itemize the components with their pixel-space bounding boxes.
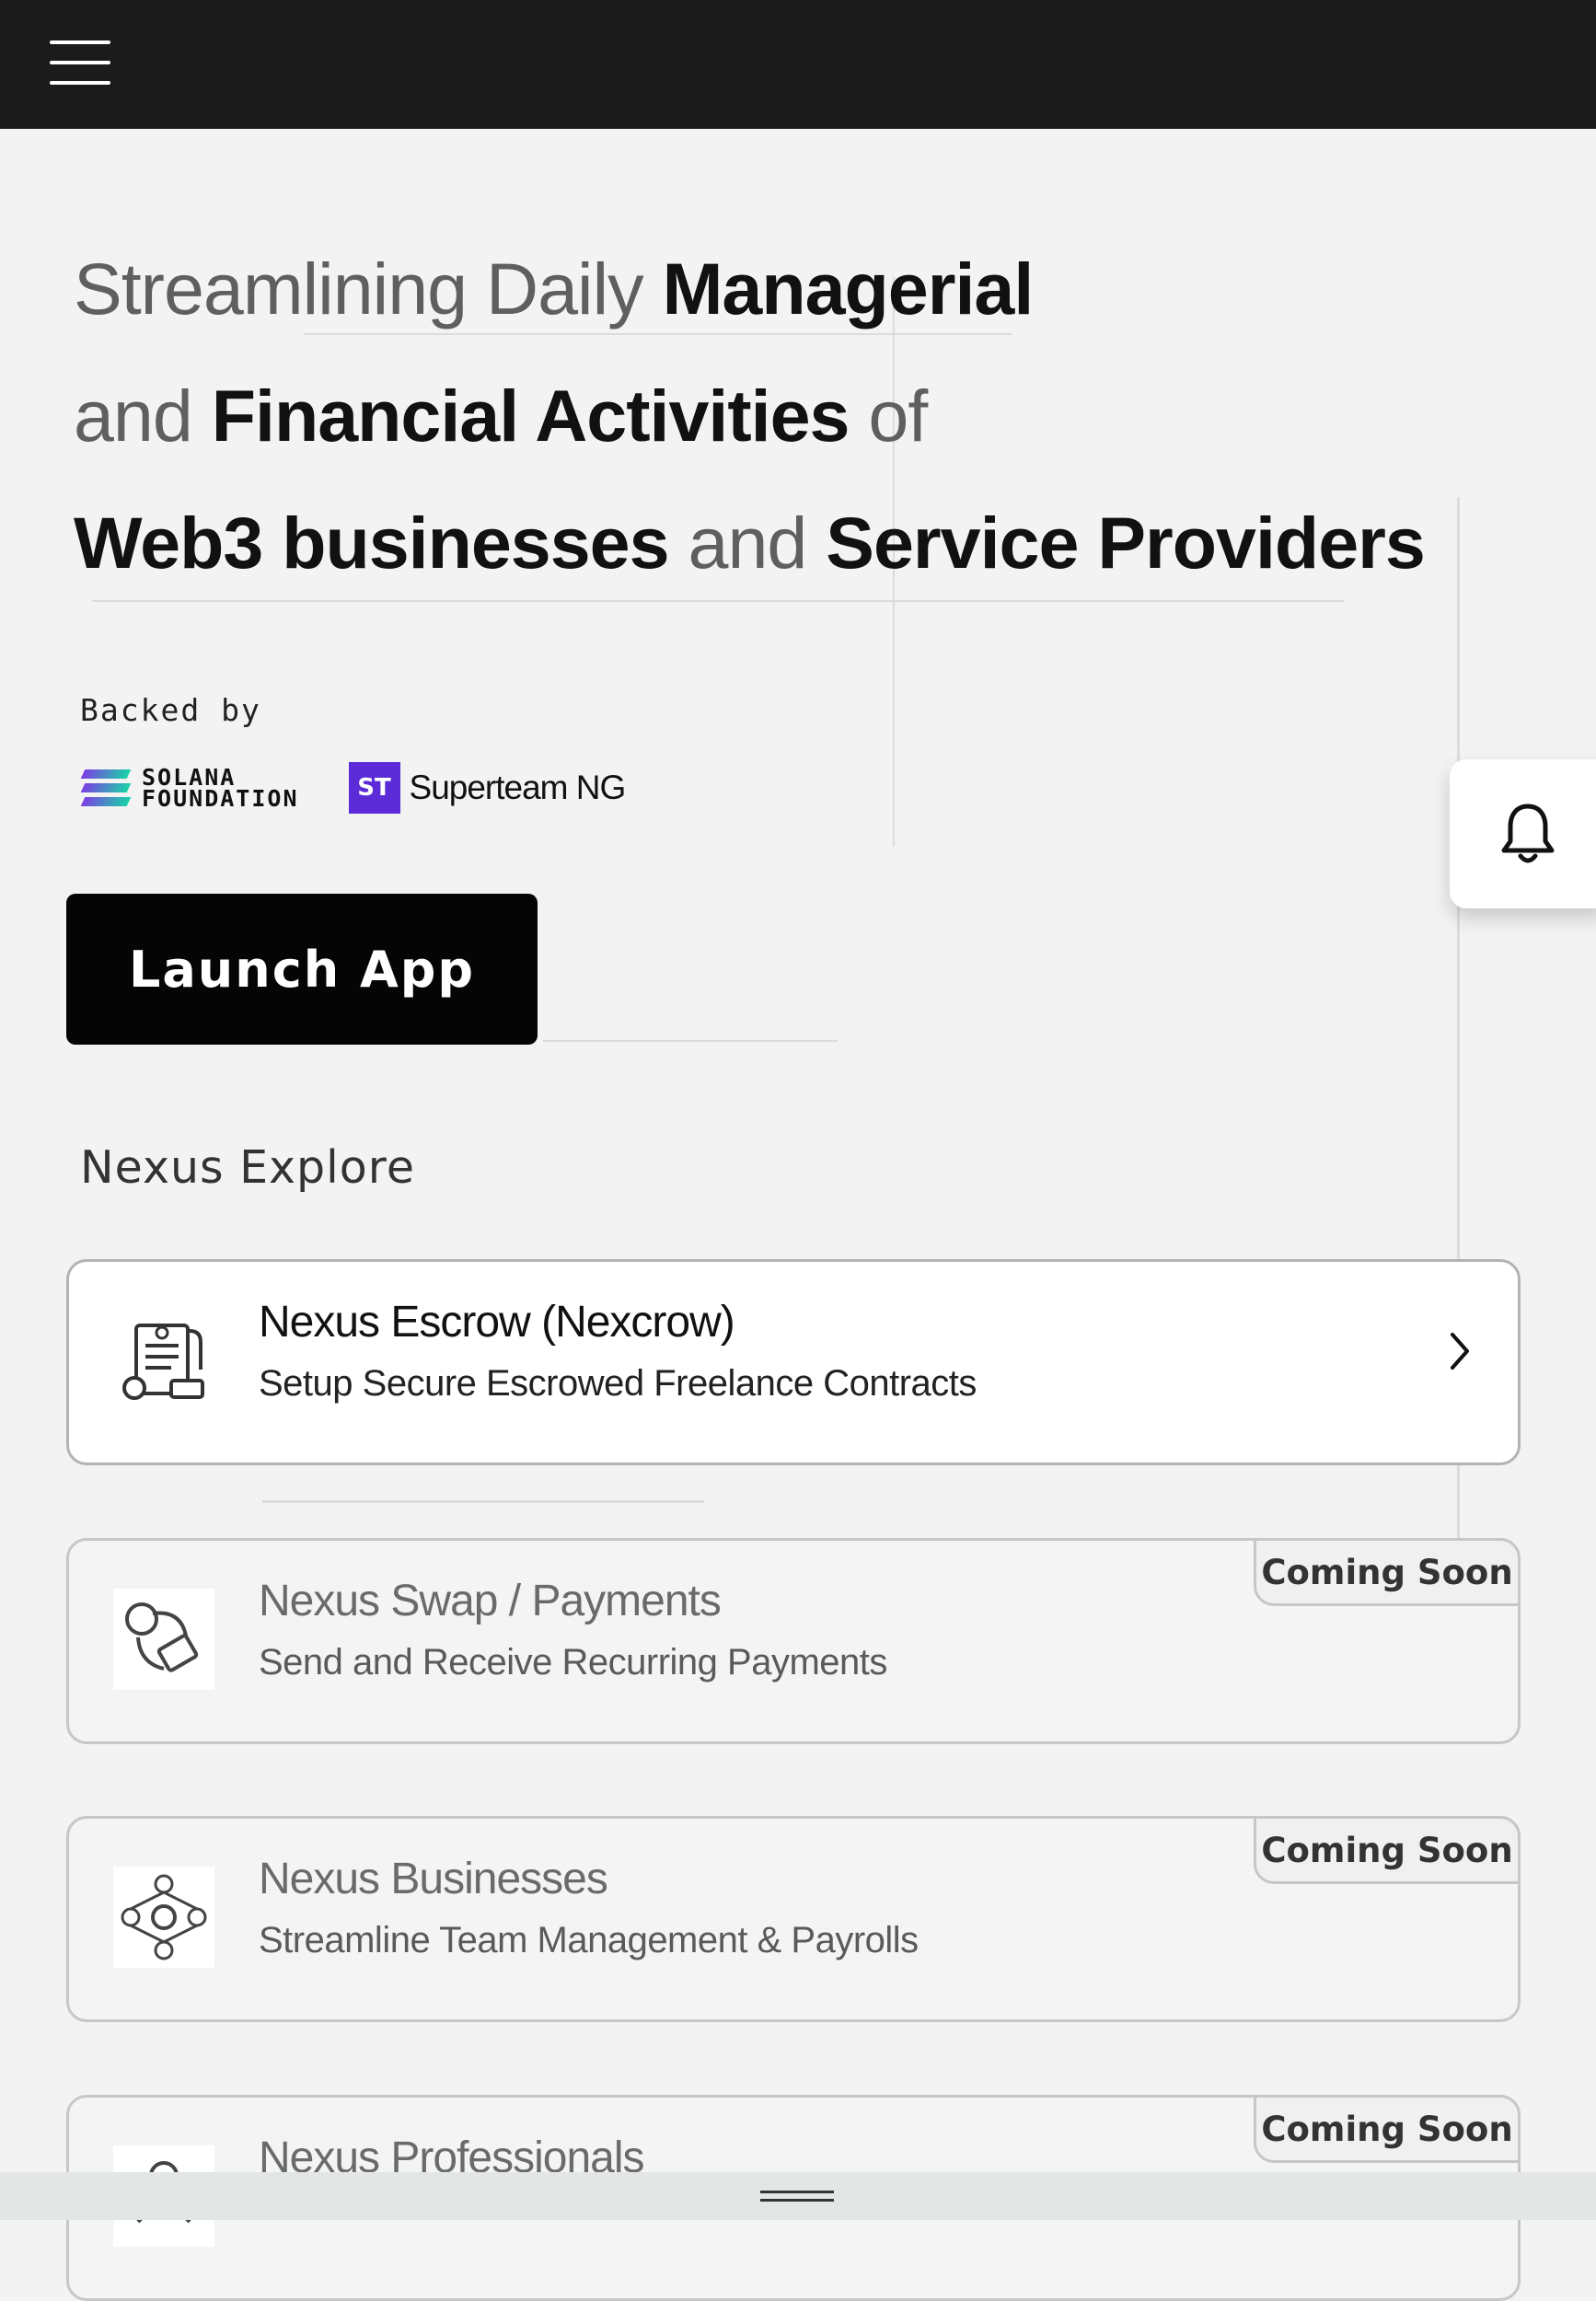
card-title: Nexus Swap / Payments xyxy=(259,1577,722,1625)
headline-line-2: and Financial Activities of xyxy=(74,375,928,457)
background-line xyxy=(543,1040,838,1042)
coming-soon-badge: Coming Soon xyxy=(1254,2095,1521,2163)
superteam-name: Superteam NG xyxy=(409,769,627,806)
top-navigation-bar xyxy=(0,0,1596,129)
solana-foundation-logo: SOLANA FOUNDATION xyxy=(80,766,299,810)
chevron-right-icon xyxy=(1451,1333,1469,1370)
business-network-icon xyxy=(113,1867,214,1968)
card-subtitle: Setup Secure Escrowed Freelance Contract… xyxy=(259,1363,977,1404)
section-title: Nexus Explore xyxy=(80,1141,415,1194)
coming-soon-badge: Coming Soon xyxy=(1254,1538,1521,1606)
bottom-gesture-bar xyxy=(0,2172,1596,2220)
card-subtitle: Streamline Team Management & Payrolls xyxy=(259,1920,919,1960)
launch-app-button[interactable]: Launch App xyxy=(66,894,538,1045)
superteam-ng-logo: ST Superteam NG xyxy=(348,762,627,814)
nexus-swap-card[interactable]: Nexus Swap / Payments Send and Receive R… xyxy=(66,1538,1521,1744)
background-line xyxy=(1457,497,1460,1638)
headline-line-1: Streamlining Daily Managerial xyxy=(74,248,1034,330)
bell-icon xyxy=(1501,804,1555,863)
drag-handle-icon[interactable] xyxy=(760,2191,834,2202)
backed-by-label: Backed by xyxy=(80,692,261,728)
card-title: Nexus Escrow (Nexcrow) xyxy=(259,1298,735,1347)
hero-headline: Streamlining Daily Managerial and Financ… xyxy=(74,225,1454,607)
hamburger-icon[interactable] xyxy=(50,40,110,85)
escrow-document-icon xyxy=(113,1310,214,1411)
card-title: Nexus Businesses xyxy=(259,1855,608,1903)
nexus-escrow-card[interactable]: Nexus Escrow (Nexcrow) Setup Secure Escr… xyxy=(66,1259,1521,1465)
card-subtitle: Send and Receive Recurring Payments xyxy=(259,1642,887,1682)
nexus-businesses-card[interactable]: Nexus Businesses Streamline Team Managem… xyxy=(66,1816,1521,2022)
notification-button[interactable] xyxy=(1450,759,1596,908)
solana-icon xyxy=(80,769,132,806)
coming-soon-badge: Coming Soon xyxy=(1254,1816,1521,1884)
background-line xyxy=(262,1500,704,1503)
sponsor-logos: SOLANA FOUNDATION ST Superteam NG xyxy=(80,762,627,814)
superteam-icon: ST xyxy=(348,762,400,814)
headline-line-3: Web3 businesses and Service Providers xyxy=(74,502,1426,584)
swap-payments-icon xyxy=(113,1589,214,1690)
